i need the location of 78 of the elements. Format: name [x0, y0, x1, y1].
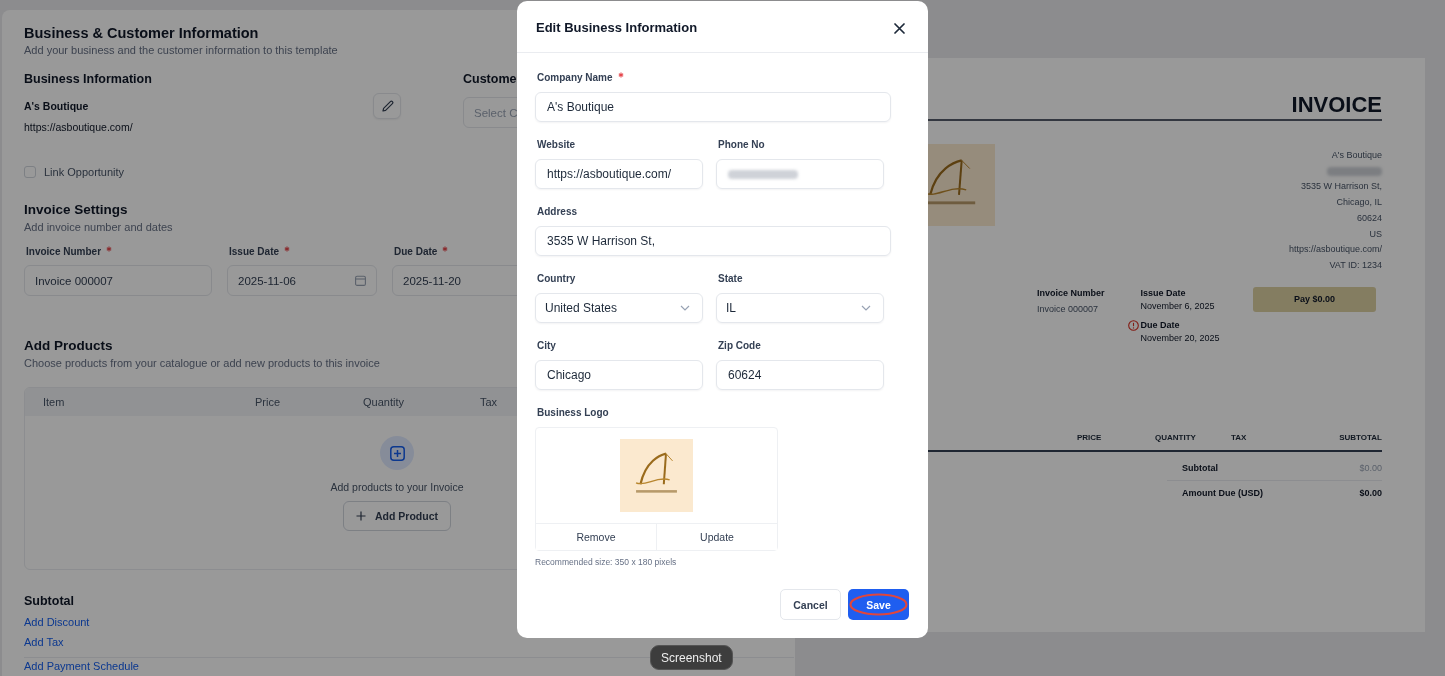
field-label: Zip Code — [718, 340, 761, 351]
pay-button[interactable]: Pay $0.00 — [1253, 286, 1376, 312]
column-header: QUANTITY — [1155, 432, 1197, 442]
column-header: SUBTOTAL — [1338, 432, 1382, 442]
business-name: A's Boutique — [24, 100, 89, 112]
section-title: Add Products — [24, 337, 113, 355]
input-field[interactable]: A's Boutique — [535, 92, 891, 122]
column-header: TAX — [1231, 432, 1248, 442]
field-label: Business Logo — [537, 407, 609, 418]
field-label: Address — [537, 206, 577, 217]
total-label: Subtotal — [1182, 461, 1218, 475]
modal-title: Edit Business Information — [536, 20, 698, 35]
pencil-icon — [380, 99, 394, 113]
business-detail: US — [1369, 227, 1382, 241]
close-icon — [893, 23, 905, 34]
plus-icon — [356, 511, 366, 521]
checkbox[interactable] — [24, 166, 36, 178]
column-header: Price — [255, 396, 282, 408]
calendar-icon — [355, 275, 366, 286]
section-title: Invoice Settings — [24, 201, 128, 219]
column-header: Quantity — [363, 396, 405, 408]
edit-button[interactable] — [373, 93, 401, 119]
chevron-down-icon — [861, 305, 871, 311]
section-subtitle: Add invoice number and dates — [24, 220, 174, 234]
subsection-title: Custome — [463, 71, 517, 87]
plus-square-icon — [389, 445, 405, 461]
column-header: Tax — [480, 396, 499, 408]
meta-value: November 20, 2025 — [1140, 331, 1220, 345]
business-detail: A's Boutique — [1331, 149, 1382, 162]
invoice-title: INVOICE — [1290, 92, 1382, 118]
business-detail: 3535 W Harrison St, — [1300, 180, 1382, 194]
hint-text: Recommended size: 350 x 180 pixels — [535, 557, 678, 567]
save-button[interactable]: Save — [848, 589, 909, 620]
meta-label: Due Date — [1140, 318, 1181, 332]
logo-action-button[interactable]: Update — [656, 524, 777, 550]
business-detail: VAT ID: 1234 — [1329, 258, 1382, 272]
meta-label: Invoice Number — [1037, 286, 1105, 300]
meta-value: Invoice 000007 — [1037, 302, 1100, 316]
input-field[interactable]: 60624 — [716, 360, 884, 390]
total-value: $0.00 — [1359, 486, 1382, 500]
select-field[interactable]: United States — [535, 293, 703, 323]
tooltip: Screenshot — [650, 645, 733, 670]
business-detail: https://asboutique.com/ — [1288, 243, 1382, 257]
checkbox-label: Link Opportunity — [44, 166, 125, 178]
field-label: Due Date — [394, 246, 438, 257]
field-label: Website — [537, 139, 576, 150]
column-header: Item — [43, 396, 66, 408]
meta-value: November 6, 2025 — [1140, 299, 1215, 313]
add-product-button[interactable]: Add Product — [343, 501, 451, 531]
chevron-down-icon — [680, 305, 690, 311]
blurred-text — [1327, 167, 1382, 177]
empty-state-text: Add products to your Invoice — [330, 481, 464, 493]
section-subtitle: Choose products from your catalogue or add new products to this invoice — [24, 356, 381, 370]
column-header: PRICE — [1077, 432, 1103, 442]
section-title: Business & Customer Information — [24, 24, 259, 42]
field-label: Phone No — [718, 139, 765, 150]
field-label: State — [718, 273, 743, 284]
cancel-button[interactable]: Cancel — [780, 589, 841, 620]
input-field[interactable]: Chicago — [535, 360, 703, 390]
input-field[interactable]: https://asboutique.com/ — [535, 159, 703, 189]
field-label: Company Name — [537, 72, 613, 83]
field-label: Issue Date — [229, 246, 280, 257]
blurred-text — [728, 169, 798, 179]
input-field[interactable] — [716, 159, 884, 189]
input-field[interactable]: Invoice 000007 — [24, 265, 212, 296]
select-field[interactable]: IL — [716, 293, 884, 323]
subtotal-title: Subtotal — [24, 593, 74, 609]
field-label: City — [537, 340, 556, 351]
section-subtitle: Add your business and the customer information to this template — [24, 43, 339, 57]
meta-label: Issue Date — [1140, 286, 1187, 300]
field-label: Invoice Number — [26, 246, 102, 257]
business-detail: 60624 — [1356, 211, 1382, 225]
input-field[interactable]: 3535 W Harrison St, — [535, 226, 891, 256]
date-field[interactable]: 2025-11-06 — [227, 265, 377, 296]
business-detail: Chicago, IL — [1336, 196, 1382, 210]
total-label: Amount Due (USD) — [1182, 486, 1263, 500]
business-website: https://asboutique.com/ — [24, 121, 134, 133]
subsection-title: Business Information — [24, 71, 152, 87]
